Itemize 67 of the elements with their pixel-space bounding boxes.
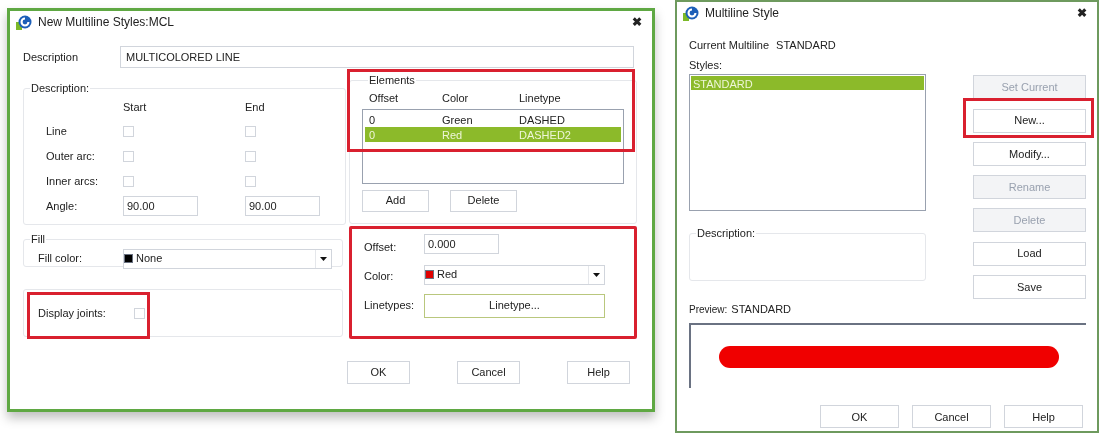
column-header: Offset: [369, 91, 400, 107]
field-label: Preview:: [689, 303, 728, 318]
app-icon: [16, 14, 32, 30]
button[interactable]: New...: [973, 108, 1086, 133]
button[interactable]: Modify...: [973, 141, 1086, 166]
column-header: Linetype: [519, 91, 562, 107]
button[interactable]: Load: [973, 241, 1086, 266]
button[interactable]: Delete: [450, 189, 517, 212]
close-button[interactable]: ✖: [628, 13, 646, 31]
field-label: Offset:: [364, 240, 398, 255]
description-field[interactable]: MULTICOLORED LINE: [120, 46, 634, 68]
dropdown-value: None: [136, 251, 164, 267]
button[interactable]: Add: [362, 189, 429, 212]
app-icon: [683, 5, 699, 21]
checkbox[interactable]: [133, 307, 145, 319]
dropdown[interactable]: Red: [424, 264, 605, 285]
window-title: Multiline Style: [705, 5, 781, 22]
field-label: Fill color:: [38, 251, 83, 267]
button[interactable]: Cancel: [457, 361, 520, 384]
list-row[interactable]: 0 Green DASHED: [365, 111, 621, 127]
button[interactable]: Cancel: [912, 405, 991, 429]
table-cell-text: Green: [442, 112, 474, 128]
close-button[interactable]: ✖: [1073, 4, 1091, 22]
group-title: Description:: [30, 81, 91, 96]
caret-icon: [320, 256, 327, 261]
group-title: Fill: [30, 232, 47, 247]
checkbox[interactable]: [245, 125, 256, 137]
column-header: Start: [123, 99, 148, 115]
field-label: Linetypes:: [364, 298, 416, 314]
checkbox[interactable]: [123, 175, 134, 187]
group-title: Description:: [696, 226, 757, 241]
field-label: Color:: [364, 268, 395, 284]
angle-field[interactable]: 90.00: [245, 196, 320, 216]
caret-icon: [593, 272, 600, 277]
checkbox[interactable]: [245, 175, 256, 187]
field-label: Description: [23, 49, 80, 65]
button[interactable]: OK: [347, 361, 410, 384]
dropdown-value: Red: [437, 267, 459, 283]
checkbox[interactable]: [123, 150, 134, 162]
button[interactable]: Help: [567, 361, 630, 384]
row-label: Outer arc:: [46, 148, 96, 164]
current-style-name: STANDARD: [776, 38, 836, 53]
button[interactable]: Help: [1004, 405, 1083, 429]
column-header: End: [245, 99, 266, 115]
field-label: Current Multiline: [689, 38, 770, 53]
field-label: Display joints:: [38, 305, 106, 321]
field-label: Styles:: [689, 57, 723, 73]
row-label: Line: [46, 123, 68, 139]
table-cell-text: Red: [442, 127, 464, 143]
table-cell-text: DASHED: [519, 112, 566, 128]
window-title: New Multiline Styles:MCL: [38, 14, 176, 31]
linetype-button[interactable]: Linetype...: [424, 293, 605, 318]
angle-field[interactable]: 90.00: [123, 196, 198, 216]
column-header: Color: [442, 91, 470, 107]
row-label: Inner arcs:: [46, 173, 99, 189]
row-label: Angle:: [46, 198, 79, 214]
table-cell-text: DASHED2: [519, 127, 572, 143]
table-cell-text: 0: [369, 127, 377, 143]
preview-style-name: STANDARD: [731, 301, 792, 317]
offset-field[interactable]: 0.000: [424, 234, 499, 255]
button[interactable]: OK: [820, 405, 899, 429]
dropdown[interactable]: None: [123, 248, 332, 269]
table-cell-text: 0: [369, 112, 377, 128]
checkbox[interactable]: [123, 125, 134, 137]
group-title: Elements: [368, 73, 416, 88]
button[interactable]: Save: [973, 274, 1086, 299]
checkbox[interactable]: [245, 150, 256, 162]
